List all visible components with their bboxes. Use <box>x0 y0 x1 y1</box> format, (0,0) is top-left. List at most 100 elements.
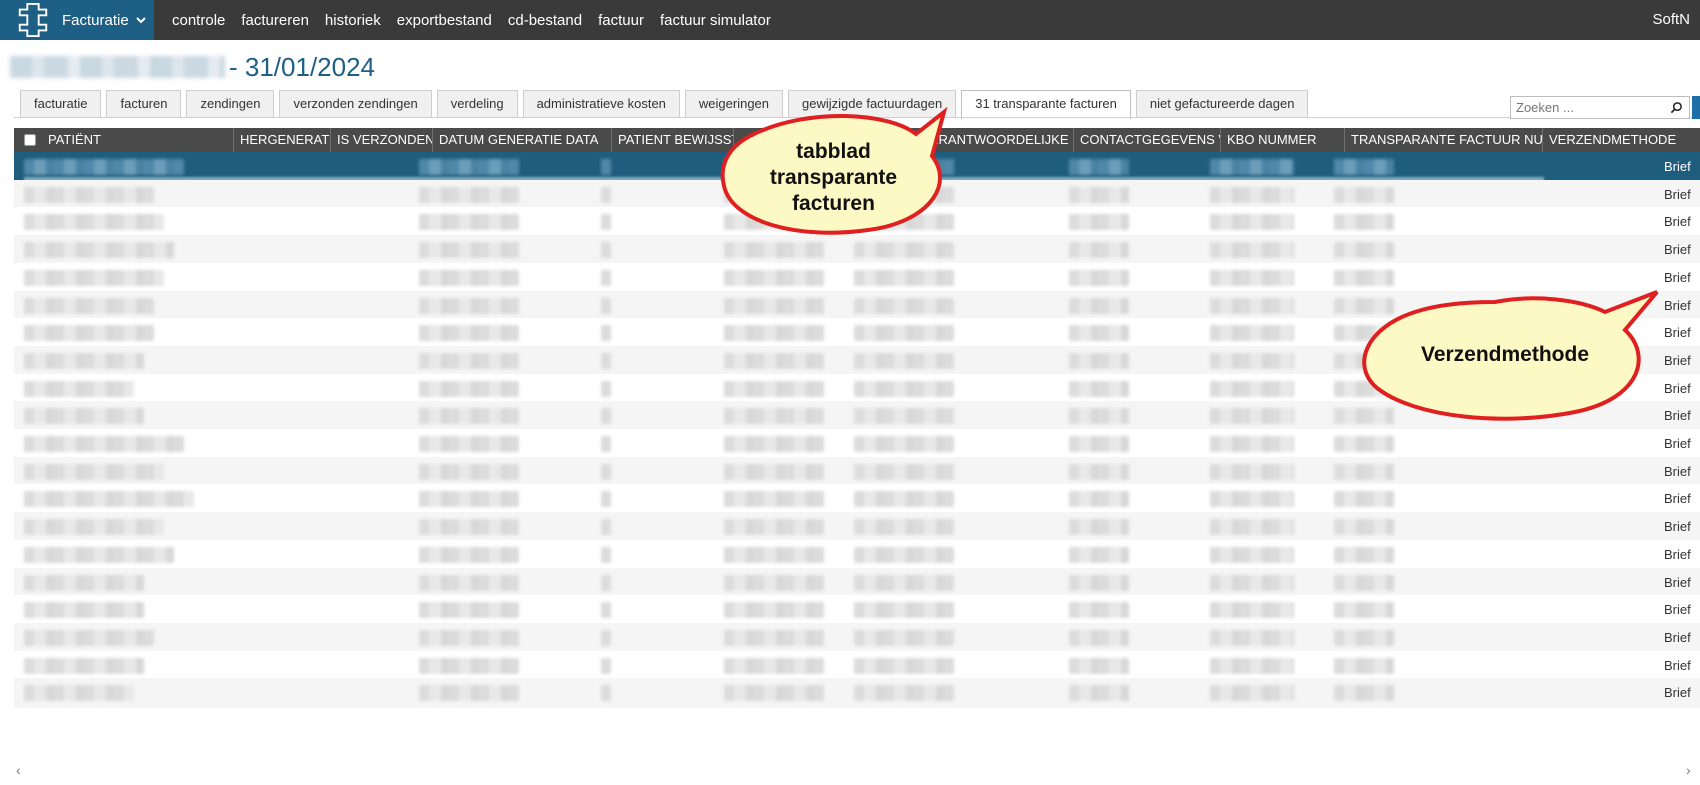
redacted-cell <box>1069 629 1129 646</box>
scroll-left-icon[interactable]: ‹ <box>16 762 21 778</box>
redacted-cell <box>1334 214 1394 231</box>
redacted-cell <box>1210 436 1294 452</box>
table-row[interactable]: Brief <box>14 456 1700 487</box>
redacted-cell <box>854 629 954 646</box>
table-row[interactable]: Brief <box>14 567 1700 598</box>
tab-bar: facturatie facturen zendingen verzonden … <box>20 90 1313 119</box>
redacted-cell <box>601 325 611 342</box>
redacted-cell <box>854 242 954 259</box>
tab-facturatie[interactable]: facturatie <box>20 90 102 117</box>
column-header-is-verzonden[interactable]: IS VERZONDEN ONLINE <box>331 128 433 152</box>
tab-niet-gefactureerde-dagen[interactable]: niet gefactureerde dagen <box>1135 90 1309 117</box>
redacted-cell <box>724 657 824 674</box>
redacted-cell <box>601 269 611 286</box>
redacted-cell <box>24 602 144 619</box>
redacted-cell <box>601 546 611 563</box>
column-header-datum-generatie[interactable]: DATUM GENERATIE DATA <box>433 128 612 152</box>
redacted-cell <box>601 685 611 702</box>
redacted-cell <box>24 186 154 203</box>
select-all-checkbox[interactable] <box>24 134 36 146</box>
nav-item-factureren[interactable]: factureren <box>233 12 317 29</box>
redacted-cell <box>724 574 824 591</box>
column-header-kbo-nummer[interactable]: KBO NUMMER <box>1221 128 1345 152</box>
redacted-cell <box>854 380 954 397</box>
redacted-cell <box>724 629 824 646</box>
column-header-patient-bewijsstuk[interactable]: PATIENT BEWIJSSTUK <box>612 128 734 152</box>
column-header-verzendmethode[interactable]: VERZENDMETHODE <box>1543 128 1700 152</box>
redacted-cell <box>1069 436 1129 452</box>
nav-item-factuur[interactable]: factuur <box>590 12 652 29</box>
table-row[interactable]: Brief <box>14 650 1700 681</box>
column-header-hergeneratie[interactable]: HERGENERATIE NODIG <box>234 128 331 152</box>
tab-verdeling[interactable]: verdeling <box>436 90 518 117</box>
table-row[interactable]: Brief <box>14 539 1700 570</box>
tab-transparante-facturen[interactable]: 31 transparante facturen <box>961 90 1131 119</box>
table-row[interactable]: Brief <box>14 429 1700 459</box>
redacted-cell <box>601 463 611 480</box>
nav-item-controle[interactable]: controle <box>164 12 233 29</box>
redacted-cell <box>419 297 519 314</box>
tab-administratieve-kosten[interactable]: administratieve kosten <box>522 90 680 117</box>
search-input[interactable] <box>1516 100 1661 115</box>
nav-item-factuur-simulator[interactable]: factuur simulator <box>652 12 779 29</box>
user-menu[interactable]: SoftN <box>1652 11 1690 28</box>
redacted-cell <box>419 325 519 342</box>
column-header-contactgegevens[interactable]: CONTACTGEGEVENS VERANTWOORDELIJKE <box>1074 128 1221 152</box>
redacted-cell <box>854 519 954 536</box>
nav-item-historiek[interactable]: historiek <box>317 12 389 29</box>
redacted-cell <box>24 269 164 286</box>
redacted-cell <box>1210 325 1294 342</box>
redacted-cell <box>1069 685 1129 702</box>
table-row[interactable]: Brief <box>14 622 1700 653</box>
column-header-transparante-factuur-nummer[interactable]: TRANSPARANTE FACTUUR NUMMER <box>1345 128 1543 152</box>
page-title: - 31/01/2024 <box>229 51 376 82</box>
redacted-cell <box>1069 214 1129 231</box>
redacted-cell <box>854 436 954 452</box>
table-row[interactable]: Brief <box>14 484 1700 515</box>
redacted-cell <box>854 546 954 563</box>
redacted-cell <box>1069 242 1129 259</box>
redacted-cell <box>1210 269 1294 286</box>
redacted-cell <box>854 657 954 674</box>
redacted-cell <box>1210 657 1294 674</box>
verzendmethode-cell: Brief <box>1664 602 1691 618</box>
tab-facturen[interactable]: facturen <box>106 90 182 117</box>
redacted-cell <box>854 602 954 619</box>
module-selector[interactable]: Facturatie <box>0 0 154 40</box>
table-row[interactable]: Brief <box>14 595 1700 626</box>
redacted-cell <box>1069 159 1129 175</box>
redacted-cell <box>601 491 611 508</box>
verzendmethode-cell: Brief <box>1664 629 1691 645</box>
column-header-patient[interactable]: PATIËNT <box>42 128 234 152</box>
redacted-cell <box>1210 546 1294 563</box>
scroll-right-icon[interactable]: › <box>1686 762 1691 778</box>
tab-zendingen[interactable]: zendingen <box>186 90 275 117</box>
redacted-cell <box>724 242 824 259</box>
redacted-cell <box>1334 186 1394 203</box>
redacted-cell <box>24 214 164 231</box>
redacted-cell <box>1069 657 1129 674</box>
search-icon[interactable] <box>1670 101 1683 114</box>
redacted-cell <box>419 491 519 508</box>
redacted-cell <box>724 685 824 702</box>
redacted-cell <box>1210 408 1294 425</box>
redacted-cell <box>724 380 824 397</box>
module-dropdown[interactable]: Facturatie <box>62 12 147 29</box>
redacted-cell <box>1069 602 1129 619</box>
nav-item-cd-bestand[interactable]: cd-bestand <box>500 12 590 29</box>
redacted-cell <box>24 408 144 425</box>
tab-verzonden-zendingen[interactable]: verzonden zendingen <box>279 90 432 117</box>
table-row[interactable]: Brief <box>14 512 1700 543</box>
verzendmethode-cell: Brief <box>1664 657 1691 673</box>
redacted-cell <box>419 269 519 286</box>
redacted-facility-name <box>10 56 225 78</box>
redacted-cell <box>1069 463 1129 480</box>
redacted-cell <box>1069 325 1129 342</box>
redacted-cell <box>724 519 824 536</box>
redacted-cell <box>419 546 519 563</box>
horizontal-scrollbar[interactable]: ‹ › <box>0 758 1700 778</box>
nav-item-exportbestand[interactable]: exportbestand <box>389 12 500 29</box>
table-row[interactable]: Brief <box>14 678 1700 709</box>
redacted-cell <box>1334 657 1394 674</box>
redacted-cell <box>1210 214 1294 231</box>
